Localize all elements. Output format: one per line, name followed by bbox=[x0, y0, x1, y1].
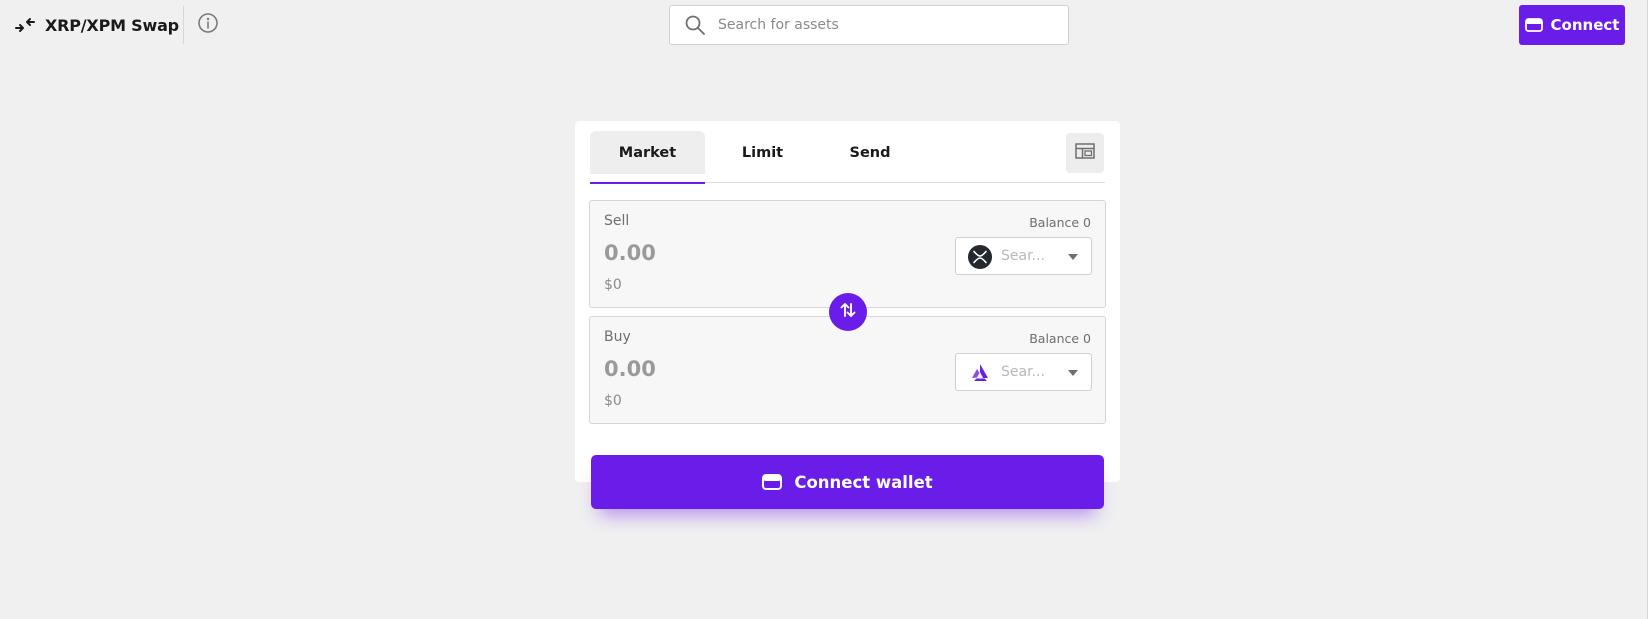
tab-market[interactable]: Market bbox=[590, 131, 705, 174]
wallet-icon bbox=[762, 473, 783, 491]
asset-search bbox=[669, 5, 1069, 45]
buy-asset-placeholder: Sear... bbox=[1001, 364, 1045, 380]
buy-asset-select[interactable]: Sear... bbox=[955, 353, 1092, 391]
wallet-icon bbox=[1524, 16, 1543, 34]
chevron-down-icon bbox=[1067, 252, 1079, 262]
layout-icon bbox=[1075, 143, 1095, 163]
swap-arrows-icon bbox=[14, 14, 36, 36]
header-divider bbox=[183, 6, 184, 44]
tab-send[interactable]: Send bbox=[820, 131, 920, 174]
info-icon bbox=[197, 12, 219, 38]
layout-toggle-button[interactable] bbox=[1066, 133, 1104, 173]
sell-panel: Sell Balance 0 $0 Sear... bbox=[589, 200, 1106, 308]
buy-balance: Balance 0 bbox=[1029, 331, 1091, 346]
sell-asset-placeholder: Sear... bbox=[1001, 248, 1045, 264]
tab-limit[interactable]: Limit bbox=[705, 131, 820, 174]
sell-asset-select[interactable]: Sear... bbox=[955, 237, 1092, 275]
top-bar: XRP/XPM Swap Connect bbox=[0, 0, 1648, 50]
buy-usd-value: $0 bbox=[604, 393, 622, 409]
search-input[interactable] bbox=[718, 17, 1038, 33]
xrp-icon bbox=[968, 245, 992, 269]
app-title: XRP/XPM Swap bbox=[45, 15, 179, 35]
search-icon bbox=[684, 14, 706, 36]
connect-button[interactable]: Connect bbox=[1519, 5, 1625, 45]
brand[interactable]: XRP/XPM Swap bbox=[14, 12, 179, 38]
xpm-icon bbox=[968, 361, 992, 385]
sell-balance: Balance 0 bbox=[1029, 215, 1091, 230]
connect-wallet-button[interactable]: Connect wallet bbox=[591, 455, 1104, 509]
tab-label: Send bbox=[849, 144, 891, 161]
sell-amount-input[interactable] bbox=[604, 241, 904, 265]
active-tab-indicator bbox=[590, 182, 705, 184]
tab-label: Market bbox=[618, 144, 677, 161]
swap-direction-button[interactable] bbox=[829, 293, 867, 331]
connect-wallet-label: Connect wallet bbox=[794, 472, 933, 492]
sell-usd-value: $0 bbox=[604, 277, 622, 293]
sell-label: Sell bbox=[604, 213, 630, 229]
order-type-tabs: Market Limit Send bbox=[590, 131, 1105, 184]
buy-panel: Buy Balance 0 $0 Sear... bbox=[589, 316, 1106, 424]
buy-label: Buy bbox=[604, 329, 631, 345]
swap-vertical-icon bbox=[839, 301, 857, 323]
info-button[interactable] bbox=[197, 12, 219, 38]
connect-button-label: Connect bbox=[1550, 16, 1620, 34]
chevron-down-icon bbox=[1067, 368, 1079, 378]
buy-amount-input[interactable] bbox=[604, 357, 904, 381]
tab-label: Limit bbox=[741, 144, 784, 161]
